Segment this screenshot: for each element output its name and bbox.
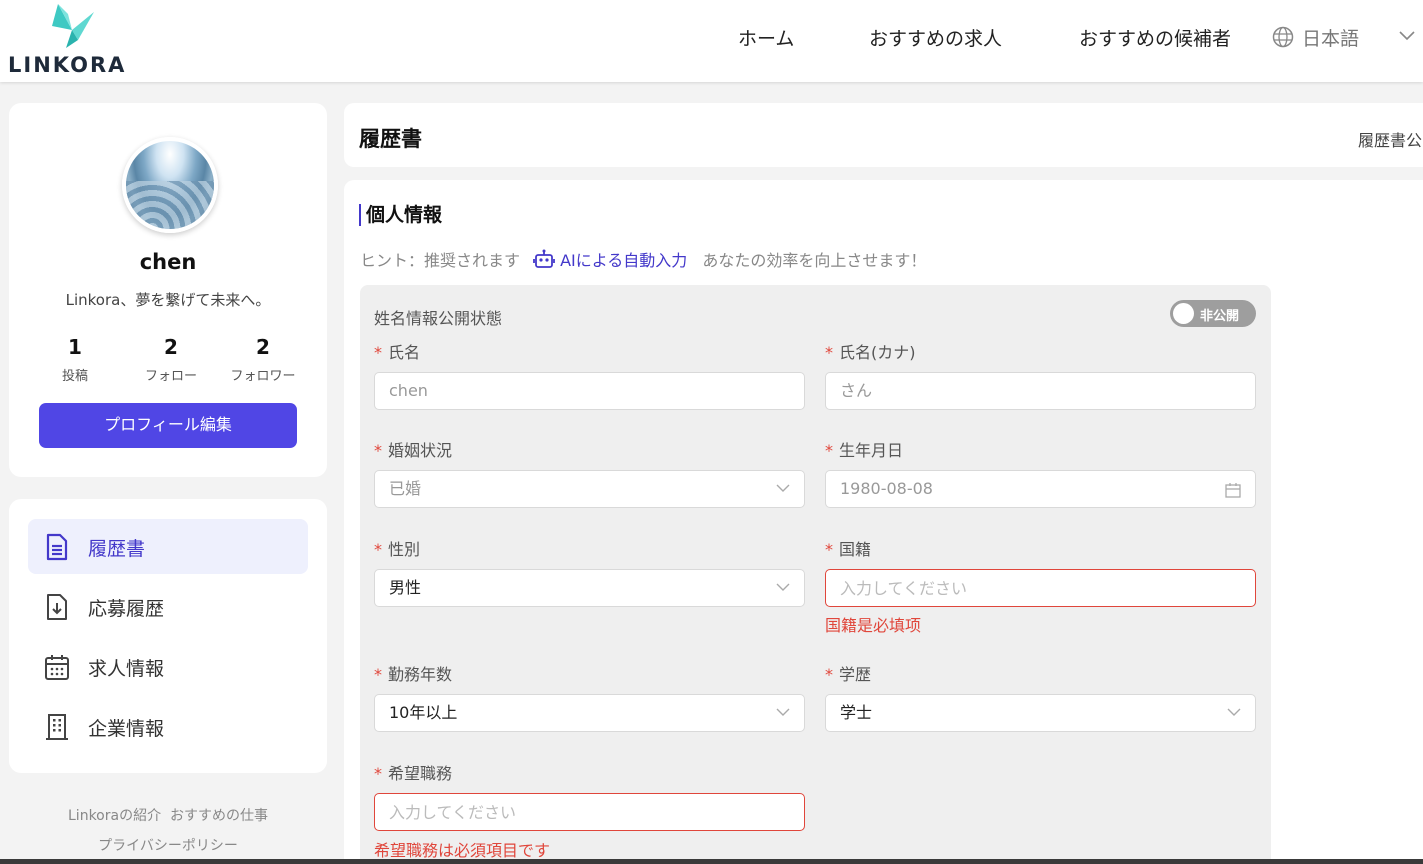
visibility-label: 姓名情報公開状態	[374, 309, 503, 328]
sidebar-item-jobs[interactable]: 求人情報	[28, 639, 308, 694]
resume-header: 履歴書 履歴書公	[344, 103, 1423, 167]
nav-home[interactable]: ホーム	[738, 24, 794, 51]
ai-autofill-link[interactable]: AIによる自動入力	[533, 249, 692, 270]
nationality-label: * 国籍	[825, 540, 872, 559]
sidebar-menu: 履歴書 応募履歴 求人情報 企業情報	[9, 499, 327, 773]
calendar-icon	[45, 655, 69, 680]
document-icon	[46, 533, 68, 561]
nationality-input[interactable]	[825, 569, 1256, 607]
name-label: * 氏名	[374, 343, 421, 362]
visibility-toggle[interactable]: 非公開	[1170, 300, 1256, 327]
kana-input[interactable]: さん	[825, 372, 1256, 410]
sidebar-item-label: 求人情報	[88, 658, 165, 680]
avatar[interactable]	[122, 137, 218, 233]
footer-link-jobs[interactable]: おすすめの仕事	[170, 808, 268, 824]
top-header: LINKORA ホーム おすすめの求人 おすすめの候補者 日本語	[0, 0, 1423, 82]
sidebar-item-label: 履歴書	[88, 538, 146, 560]
nav-recommended-jobs[interactable]: おすすめの求人	[869, 24, 1002, 51]
download-doc-icon	[47, 594, 67, 620]
kana-label: * 氏名(カナ)	[825, 343, 916, 362]
sidebar-item-company[interactable]: 企業情報	[28, 699, 308, 754]
marital-label: * 婚姻状況	[374, 441, 453, 460]
chevron-down-icon	[776, 583, 790, 591]
years-value: 10年以上	[389, 703, 458, 722]
hint-suffix: あなたの効率を向上させます！	[702, 251, 927, 270]
chevron-down-icon	[1227, 708, 1241, 716]
desired-job-input[interactable]	[374, 793, 805, 831]
followers-count[interactable]: 2	[223, 335, 303, 359]
sidebar-item-resume[interactable]: 履歴書	[28, 519, 308, 574]
toggle-knob	[1173, 303, 1194, 324]
marital-select[interactable]: 已婚	[374, 470, 805, 508]
profile-tagline: Linkora、夢を繋げて未来へ。	[65, 291, 271, 309]
window-bottom-edge	[0, 859, 1423, 864]
language-label: 日本語	[1302, 28, 1360, 50]
birth-date-picker[interactable]: 1980-08-08	[825, 470, 1256, 508]
toggle-label: 非公開	[1200, 309, 1240, 324]
following-label: フォロー	[144, 369, 197, 384]
education-label: * 学歴	[825, 665, 872, 684]
globe-icon	[1272, 26, 1294, 48]
name-input[interactable]: chen	[374, 372, 805, 410]
birth-label: * 生年月日	[825, 441, 904, 460]
sidebar-item-applications[interactable]: 応募履歴	[28, 579, 308, 634]
education-select[interactable]: 学士	[825, 694, 1256, 732]
logo-text: LINKORA	[8, 53, 127, 77]
ai-autofill-label: AIによる自動入力	[560, 251, 688, 270]
language-selector[interactable]: 日本語	[1272, 24, 1359, 51]
education-value: 学士	[840, 703, 873, 722]
logo-mark-icon	[52, 4, 94, 48]
posts-label: 投稿	[61, 369, 88, 384]
desired-job-label: * 希望職務	[374, 764, 453, 783]
robot-icon	[533, 249, 556, 268]
chevron-down-icon	[776, 484, 790, 492]
birth-value: 1980-08-08	[840, 479, 933, 498]
gender-value: 男性	[389, 578, 422, 597]
profile-card: chen Linkora、夢を繋げて未来へ。 1 投稿 2 フォロー 2 フォロ…	[9, 103, 327, 477]
hint-text: ヒント：推奨されます AIによる自動入力 あなたの効率を向上させます！	[360, 247, 926, 271]
footer-link-privacy[interactable]: プライバシーポリシー	[98, 838, 238, 854]
page-title: 履歴書	[359, 127, 422, 151]
following-count[interactable]: 2	[131, 335, 211, 359]
edit-profile-button[interactable]: プロフィール編集	[39, 403, 297, 448]
resume-visibility-link[interactable]: 履歴書公	[1358, 127, 1422, 151]
nationality-error: 国籍是必填项	[825, 616, 922, 635]
gender-select[interactable]: 男性	[374, 569, 805, 607]
footer-link-about[interactable]: Linkoraの紹介	[68, 808, 161, 824]
personal-info-panel: 個人情報 ヒント：推奨されます AIによる自動入力 あなたの効率を向上させます！…	[344, 180, 1423, 864]
nav-recommended-candidates[interactable]: おすすめの候補者	[1079, 24, 1231, 51]
linkora-logo[interactable]: LINKORA	[8, 0, 133, 80]
years-label: * 勤務年数	[374, 665, 453, 684]
sidebar-item-label: 企業情報	[88, 718, 165, 740]
section-title: 個人情報	[359, 204, 442, 226]
posts-count[interactable]: 1	[35, 335, 115, 359]
profile-username: chen	[139, 250, 197, 274]
footer-links: Linkoraの紹介 おすすめの仕事 プライバシーポリシー	[9, 801, 327, 861]
years-select[interactable]: 10年以上	[374, 694, 805, 732]
chevron-down-icon	[776, 708, 790, 716]
desired-job-error: 希望職務は必須項目です	[374, 841, 551, 860]
hint-prefix: ヒント：推奨されます	[360, 251, 521, 270]
marital-value: 已婚	[389, 479, 422, 498]
gender-label: * 性別	[374, 540, 421, 559]
followers-label: フォロワー	[230, 369, 296, 384]
building-icon	[46, 714, 68, 740]
sidebar-item-label: 応募履歴	[88, 598, 165, 620]
calendar-icon	[1225, 483, 1241, 498]
chevron-down-icon[interactable]	[1398, 30, 1416, 42]
personal-info-form: 姓名情報公開状態 非公開 * 氏名 * 氏名(カナ) chen さん * 婚姻状況 *…	[360, 285, 1271, 864]
